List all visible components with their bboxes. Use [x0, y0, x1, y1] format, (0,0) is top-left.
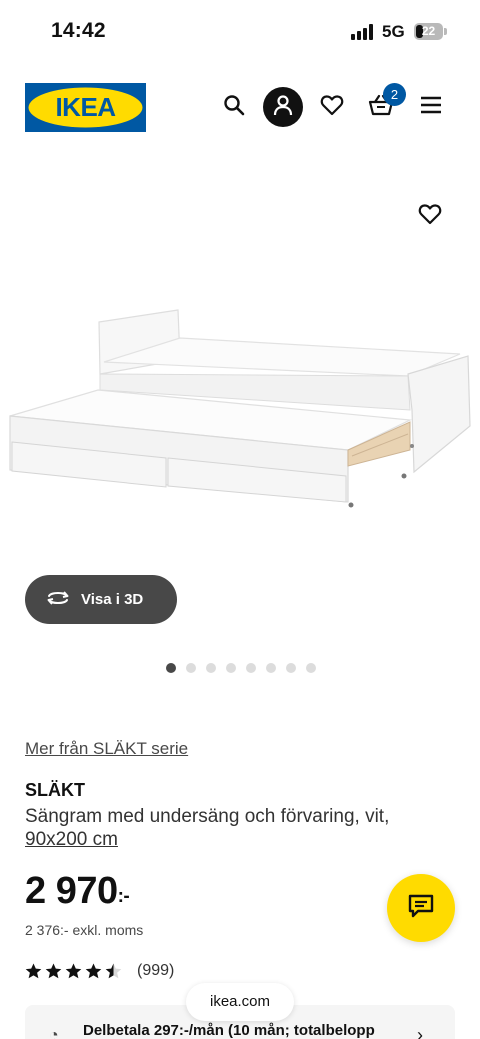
- save-favourite-button[interactable]: [412, 198, 448, 234]
- status-time: 14:42: [51, 19, 106, 42]
- carousel-dot[interactable]: [286, 663, 296, 673]
- status-bar: 14:42 5G 22: [0, 0, 480, 64]
- star-icon: [85, 963, 102, 979]
- star-icon: [25, 963, 42, 979]
- cart-count-badge: 2: [383, 83, 406, 106]
- heart-icon: [320, 94, 344, 121]
- carousel-dot[interactable]: [166, 663, 176, 673]
- star-icon: [65, 963, 82, 979]
- menu-icon: [420, 96, 442, 119]
- favourites-button[interactable]: [313, 88, 351, 126]
- price-excl-vat: 2 376:- exkl. moms: [25, 922, 144, 938]
- product-price: 2 970:-: [25, 870, 130, 913]
- battery-level: 22: [421, 24, 436, 38]
- view-in-3d-button[interactable]: Visa i 3D: [25, 575, 177, 624]
- view-in-3d-label: Visa i 3D: [81, 591, 144, 608]
- heart-icon: [418, 203, 442, 230]
- image-carousel-dots: [166, 662, 316, 674]
- product-size-link[interactable]: 90x200 cm: [25, 829, 118, 851]
- star-icon: [45, 963, 62, 979]
- bed-illustration: [9, 309, 471, 508]
- payment-icon: ◔: [49, 1027, 59, 1039]
- carousel-dot[interactable]: [206, 663, 216, 673]
- chevron-right-icon: ›: [417, 1025, 423, 1039]
- browser-url-bar[interactable]: ikea.com: [186, 983, 294, 1021]
- search-button[interactable]: [215, 88, 253, 126]
- rating-count: (999): [137, 962, 175, 979]
- price-suffix: :-: [117, 886, 130, 907]
- product-image[interactable]: [0, 150, 480, 640]
- search-icon: [223, 94, 245, 121]
- product-rating[interactable]: (999): [25, 961, 174, 981]
- rotate-3d-icon: [45, 589, 71, 611]
- logo-text: IKEA: [55, 92, 116, 122]
- ikea-logo[interactable]: IKEA: [25, 83, 146, 132]
- account-icon: [273, 94, 293, 121]
- carousel-dot[interactable]: [246, 663, 256, 673]
- carousel-dot[interactable]: [266, 663, 276, 673]
- signal-icon: [351, 24, 375, 40]
- account-button[interactable]: [263, 87, 303, 127]
- product-name: SLÄKT: [25, 780, 85, 800]
- menu-button[interactable]: [412, 88, 450, 126]
- product-description: Sängram med undersäng och förvaring, vit…: [25, 806, 390, 827]
- carousel-dot[interactable]: [186, 663, 196, 673]
- series-link[interactable]: Mer från SLÄKT serie: [25, 739, 188, 759]
- chat-button[interactable]: [387, 874, 455, 942]
- carousel-dot[interactable]: [226, 663, 236, 673]
- battery-icon: 22: [414, 23, 447, 40]
- chat-icon: [408, 894, 434, 923]
- half-star-icon: [105, 963, 122, 979]
- site-header: IKEA: [0, 74, 480, 140]
- price-amount: 2 970: [25, 870, 118, 912]
- financing-text: Delbetala 297:-/mån (10 mån; totalbelopp: [83, 1022, 375, 1039]
- network-label: 5G: [382, 22, 405, 41]
- carousel-dot[interactable]: [306, 663, 316, 673]
